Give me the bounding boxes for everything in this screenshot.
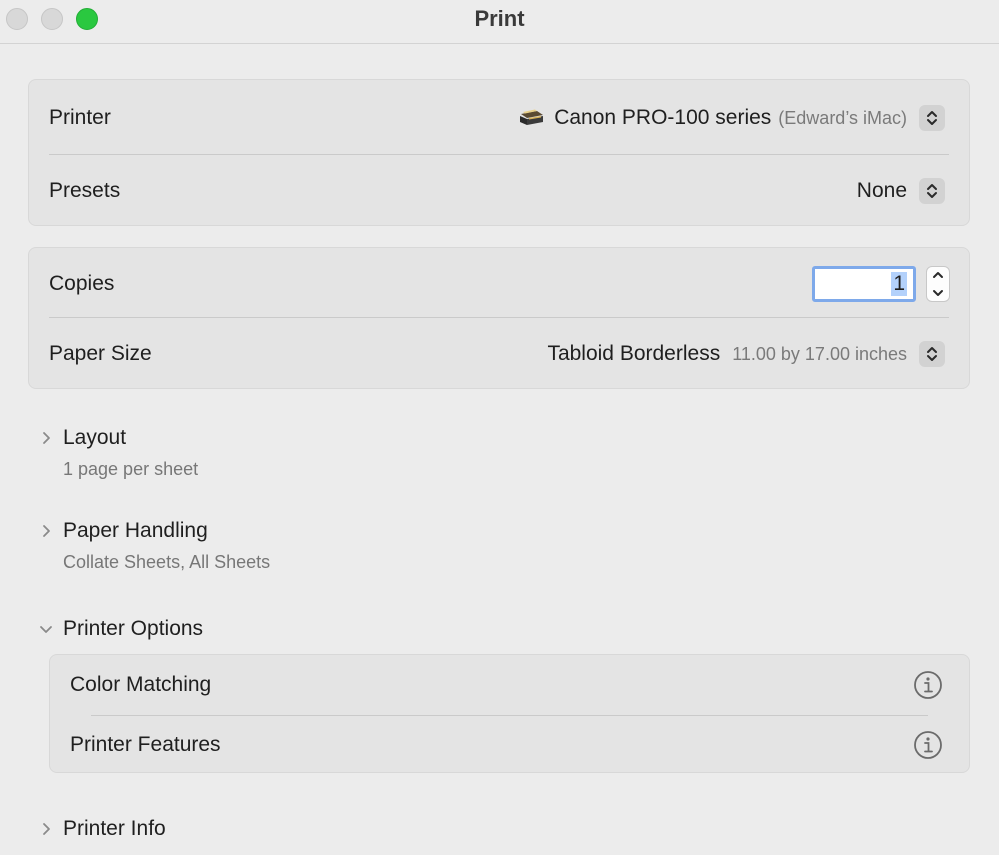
- layout-title: Layout: [63, 426, 127, 449]
- printer-info-section: Printer Info: [36, 817, 166, 841]
- printer-icon: [520, 109, 544, 125]
- up-down-chevron-icon: [919, 341, 945, 367]
- paper-size-popup[interactable]: Tabloid Borderless 11.00 by 17.00 inches: [547, 341, 945, 367]
- paper-size-label: Paper Size: [49, 342, 152, 365]
- paper-handling-section: Paper Handling Collate Sheets, All Sheet…: [36, 519, 270, 573]
- presets-row: Presets None: [29, 156, 969, 226]
- layout-section: Layout 1 page per sheet: [36, 426, 198, 480]
- printer-options-disclosure[interactable]: Printer Options: [36, 617, 203, 641]
- copies-label: Copies: [49, 272, 115, 295]
- printer-row: Printer Canon PRO-100 series (Edward’s i…: [29, 80, 969, 156]
- row-divider: [49, 154, 949, 155]
- printer-popup[interactable]: Canon PRO-100 series (Edward’s iMac): [517, 105, 945, 131]
- copies-paper-group: Copies 1 Paper Size Tabloid Borderless 1…: [28, 247, 970, 389]
- paper-size-row: Paper Size Tabloid Borderless 11.00 by 1…: [29, 318, 969, 390]
- paper-handling-summary: Collate Sheets, All Sheets: [63, 552, 271, 572]
- printer-options-section: Printer Options: [36, 617, 203, 641]
- printer-features-row[interactable]: Printer Features: [50, 716, 969, 774]
- chevron-down-icon: [36, 619, 56, 639]
- presets-popup[interactable]: None: [857, 178, 945, 204]
- paper-handling-title: Paper Handling: [63, 519, 208, 542]
- copies-row: Copies 1: [29, 248, 969, 320]
- title-bar: Print: [0, 0, 999, 44]
- printer-name: Canon PRO-100 series: [554, 106, 772, 129]
- up-down-chevron-icon: [919, 105, 945, 131]
- copies-value: 1: [891, 272, 907, 296]
- paper-size-value: Tabloid Borderless: [547, 342, 721, 365]
- chevron-right-icon: [36, 428, 56, 448]
- paper-handling-disclosure[interactable]: Paper Handling: [36, 519, 270, 543]
- stepper-up-icon[interactable]: [932, 270, 944, 280]
- printer-info-disclosure[interactable]: Printer Info: [36, 817, 166, 841]
- copies-stepper[interactable]: [926, 266, 950, 302]
- stepper-down-icon[interactable]: [932, 288, 944, 298]
- chevron-right-icon: [36, 819, 56, 839]
- paper-size-dimensions: 11.00 by 17.00 inches: [732, 343, 907, 364]
- presets-label: Presets: [49, 179, 121, 202]
- color-matching-label: Color Matching: [70, 673, 212, 696]
- printer-label: Printer: [49, 106, 111, 129]
- printer-presets-group: Printer Canon PRO-100 series (Edward’s i…: [28, 79, 970, 226]
- presets-value: None: [856, 179, 907, 202]
- printer-info-title: Printer Info: [63, 817, 166, 840]
- printer-features-label: Printer Features: [70, 733, 221, 756]
- info-icon[interactable]: [913, 670, 943, 700]
- printer-host: (Edward’s iMac): [778, 107, 907, 128]
- chevron-right-icon: [36, 521, 56, 541]
- color-matching-row[interactable]: Color Matching: [50, 655, 969, 715]
- printer-options-title: Printer Options: [63, 617, 204, 640]
- layout-summary: 1 page per sheet: [63, 459, 199, 479]
- up-down-chevron-icon: [919, 178, 945, 204]
- window-title: Print: [474, 6, 525, 31]
- printer-options-group: Color Matching Printer Features: [49, 654, 970, 773]
- layout-disclosure[interactable]: Layout: [36, 426, 198, 450]
- info-icon[interactable]: [913, 730, 943, 760]
- copies-input[interactable]: 1: [812, 266, 916, 302]
